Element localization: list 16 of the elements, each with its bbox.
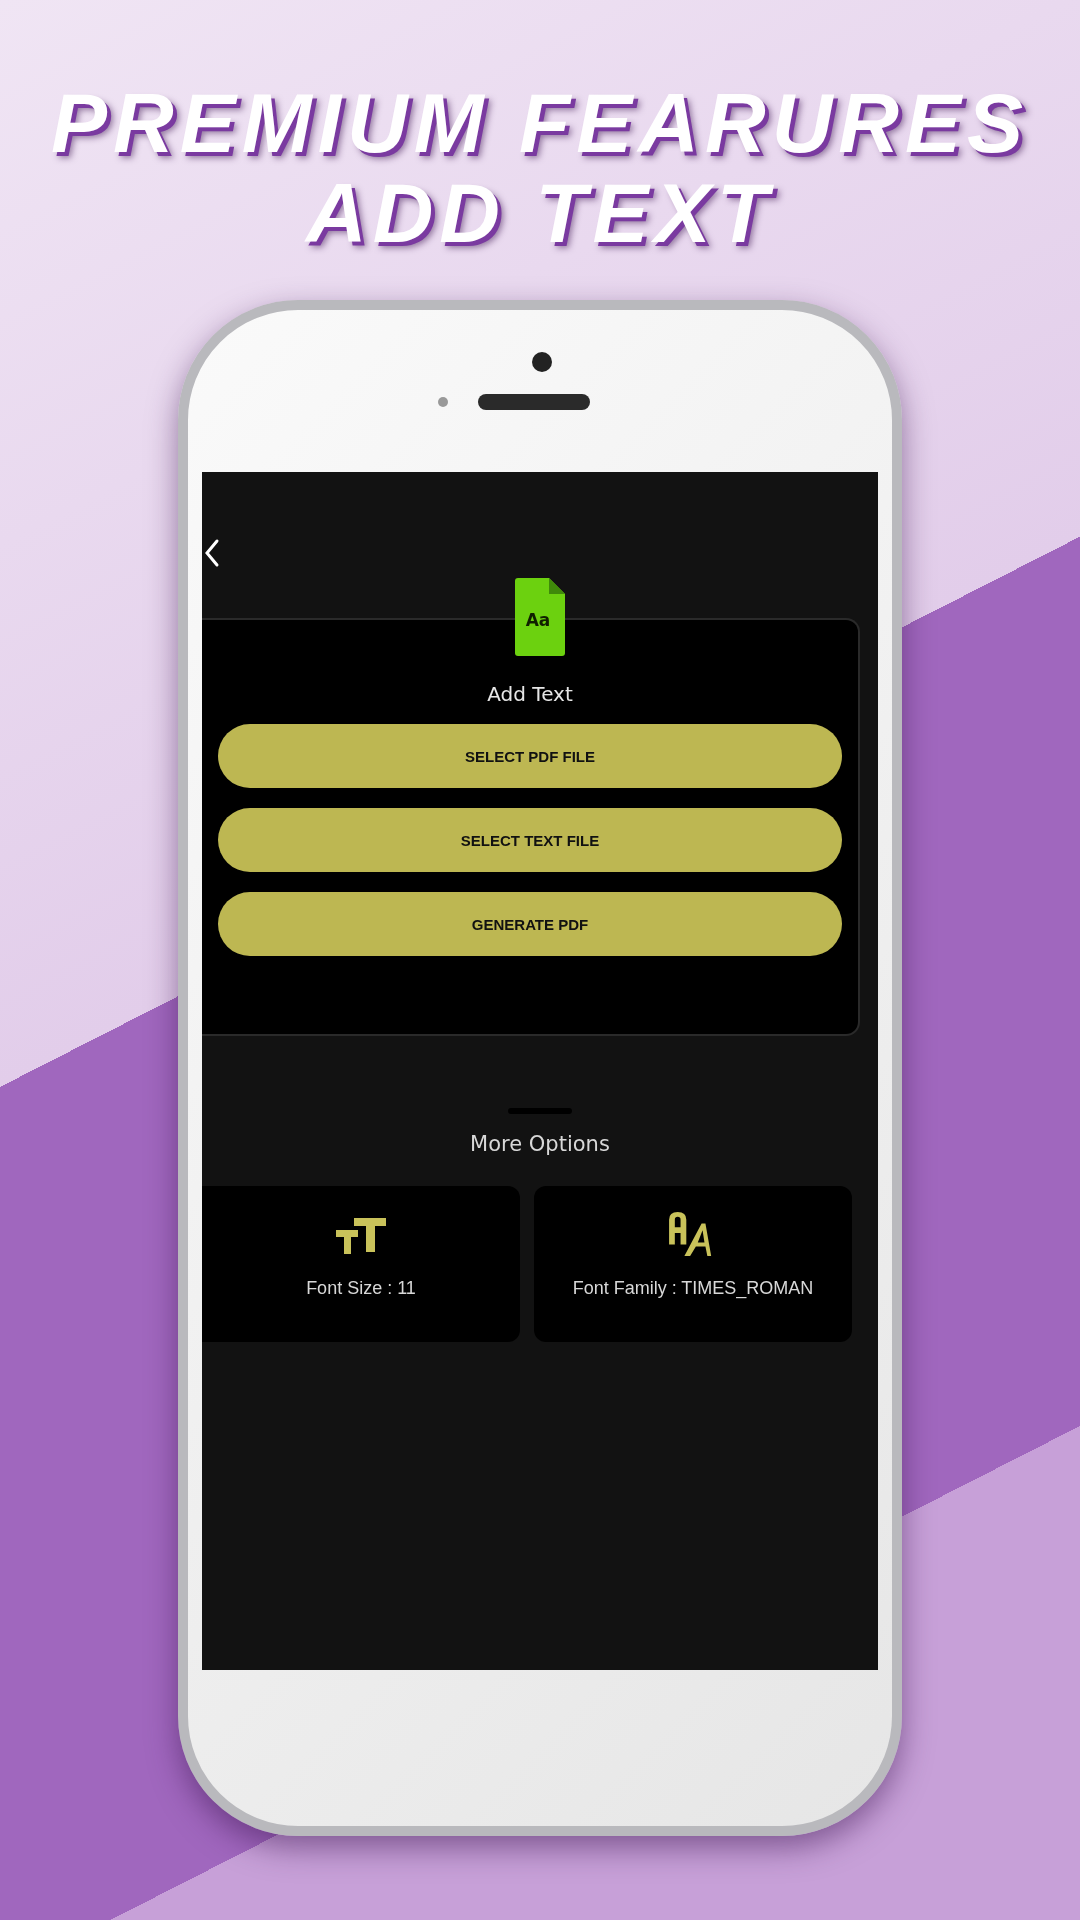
option-card[interactable]: Font Size : 11 bbox=[202, 1186, 520, 1342]
speaker-icon bbox=[478, 394, 590, 410]
option-card[interactable]: Font Family : TIMES_ROMAN bbox=[534, 1186, 852, 1342]
sensor-icon bbox=[438, 397, 448, 407]
tool-title: Add Text bbox=[487, 682, 573, 706]
back-icon[interactable] bbox=[204, 538, 220, 568]
headline: ADD TEXT bbox=[306, 168, 774, 258]
action-button[interactable]: SELECT TEXT FILE bbox=[218, 808, 842, 872]
option-label: Font Family : TIMES_ROMAN bbox=[572, 1278, 814, 1299]
camera-icon bbox=[532, 352, 552, 372]
headline: PREMIUM FEARURES bbox=[50, 78, 1029, 168]
action-button[interactable]: GENERATE PDF bbox=[218, 892, 842, 956]
text-file-icon: Aa bbox=[515, 578, 565, 656]
section-title: More Options bbox=[470, 1132, 610, 1156]
option-label: Font Size : 11 bbox=[306, 1278, 416, 1299]
action-button[interactable]: SELECT PDF FILE bbox=[218, 724, 842, 788]
